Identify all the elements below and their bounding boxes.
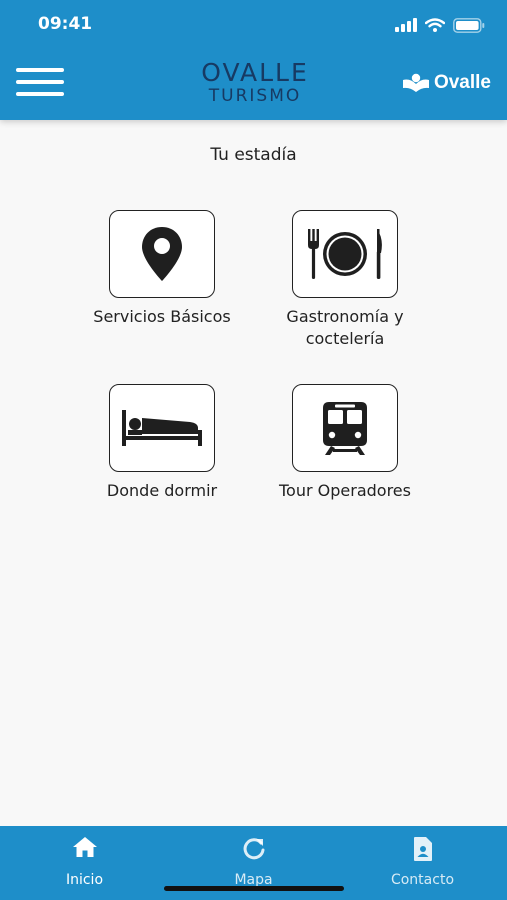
status-time: 09:41 [38, 14, 93, 34]
nav-contacto[interactable]: Contacto [338, 826, 507, 900]
tile-icon-box[interactable] [292, 210, 398, 298]
ovalle-turismo-logo: OVALLE TURISMO [180, 60, 330, 110]
tile-icon-box[interactable] [109, 210, 215, 298]
tile-icon-box[interactable] [109, 384, 215, 472]
train-icon [323, 402, 367, 455]
nav-inicio[interactable]: Inicio [0, 826, 169, 900]
wifi-icon [425, 18, 445, 32]
top-app-bar: 09:41 OVALLE TURISMO Ovalle [0, 0, 507, 120]
contact-card-icon [413, 837, 432, 861]
tile-servicios-basicos[interactable]: Servicios Básicos [62, 210, 262, 328]
map-pin-icon [142, 227, 182, 281]
hamburger-menu-button[interactable] [16, 66, 66, 100]
book-leaf-icon [402, 73, 429, 92]
cutlery-plate-icon [308, 229, 382, 279]
nav-label: Contacto [390, 872, 455, 888]
signal-icon [395, 18, 417, 32]
logo-line-2: TURISMO [208, 86, 302, 106]
tile-label: Gastronomía y coctelería [286, 307, 404, 348]
battery-icon [453, 17, 485, 33]
bed-icon [122, 410, 202, 446]
tile-icon-box[interactable] [292, 384, 398, 472]
hamburger-menu-icon [16, 68, 64, 72]
nav-label: Inicio [65, 872, 104, 888]
municipality-logo: Ovalle [402, 72, 491, 94]
page-title: Tu estadía [210, 145, 297, 165]
tile-donde-dormir[interactable]: Donde dormir [62, 384, 262, 502]
tile-label: Servicios Básicos [93, 307, 231, 326]
municipality-logo-text: Ovalle [433, 72, 491, 93]
tile-label: Donde dormir [106, 481, 218, 500]
logo-line-1: OVALLE [201, 58, 309, 87]
home-indicator[interactable] [164, 886, 344, 891]
tile-label: Tour Operadores [279, 481, 411, 500]
tile-gastronomia[interactable]: Gastronomía y coctelería [245, 210, 445, 350]
home-icon [72, 837, 97, 857]
status-icons [395, 16, 485, 34]
tile-tour-operadores[interactable]: Tour Operadores [245, 384, 445, 502]
refresh-map-icon [243, 838, 264, 860]
